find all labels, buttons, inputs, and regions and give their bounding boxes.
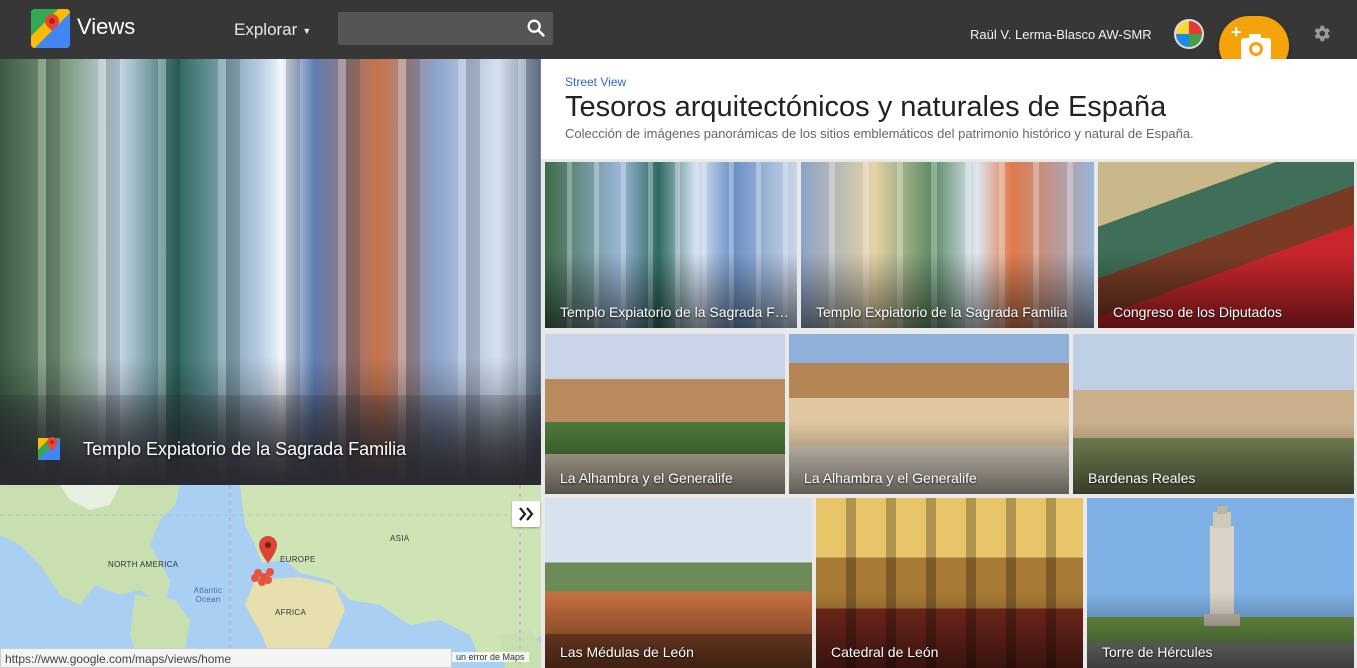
photo-tile[interactable]: Catedral de León: [816, 498, 1083, 668]
photo-tile[interactable]: Torre de Hércules: [1087, 498, 1354, 668]
photo-tile[interactable]: Congreso de los Diputados: [1098, 162, 1354, 328]
map-label-africa: AFRICA: [275, 608, 307, 617]
tile-caption: La Alhambra y el Generalife: [804, 470, 977, 486]
tile-caption: Congreso de los Diputados: [1113, 304, 1282, 320]
photo-tile[interactable]: La Alhambra y el Generalife: [545, 334, 785, 494]
search-icon[interactable]: [525, 17, 547, 39]
collection-subtitle: Colección de imágenes panorámicas de los…: [565, 126, 1194, 141]
tile-caption: Catedral de León: [831, 644, 939, 660]
map-label-asia: ASIA: [390, 534, 410, 543]
map-label-north-america: NORTH AMERICA: [108, 560, 179, 569]
street-view-link[interactable]: Street View: [565, 75, 626, 89]
maps-logo-icon[interactable]: [31, 9, 70, 48]
maps-pin-icon: [38, 437, 60, 460]
top-bar: Views Explorar ▼ Raül V. Lerma-Blasco AW-…: [0, 0, 1357, 76]
tile-caption: Las Médulas de León: [560, 644, 694, 660]
app-title[interactable]: Views: [77, 14, 135, 40]
tile-caption: Bardenas Reales: [1088, 470, 1196, 486]
world-map[interactable]: NORTH AMERICA EUROPE ASIA AFRICA Atlanti…: [0, 485, 541, 668]
collection-header: Street View Tesoros arquitectónicos y na…: [541, 59, 1357, 159]
explore-label: Explorar: [234, 20, 298, 39]
photo-tile[interactable]: Templo Expiatorio de la Sagrada Familia: [545, 162, 797, 328]
tile-caption: La Alhambra y el Generalife: [560, 470, 733, 486]
hero-caption[interactable]: Templo Expiatorio de la Sagrada Familia: [83, 439, 406, 460]
photo-tile[interactable]: Las Médulas de León: [545, 498, 812, 668]
tile-caption: Templo Expiatorio de la Sagrada Familia: [560, 304, 789, 320]
status-url: https://www.google.com/maps/views/home: [0, 648, 452, 668]
map-label-atlantic: Atlantic Ocean: [193, 586, 223, 604]
tile-caption: Templo Expiatorio de la Sagrada Familia: [816, 304, 1068, 320]
search-input[interactable]: [338, 12, 553, 45]
photo-tile[interactable]: Templo Expiatorio de la Sagrada Familia: [801, 162, 1094, 328]
expand-map-button[interactable]: [512, 501, 540, 527]
explore-menu[interactable]: Explorar ▼: [234, 20, 311, 40]
double-chevron-right-icon: [519, 507, 534, 521]
gear-icon[interactable]: [1311, 23, 1332, 44]
collection-title: Tesoros arquitectónicos y naturales de E…: [565, 91, 1167, 123]
user-name[interactable]: Raül V. Lerma-Blasco AW-SMR: [970, 27, 1152, 42]
report-map-error-link[interactable]: un error de Maps: [452, 652, 529, 662]
chevron-down-icon: ▼: [302, 25, 312, 36]
map-label-europe: EUROPE: [280, 555, 316, 564]
map-land: [0, 485, 541, 668]
svg-text:+: +: [1231, 22, 1242, 42]
tile-caption: Torre de Hércules: [1102, 644, 1213, 660]
avatar[interactable]: [1174, 19, 1204, 49]
photo-tile[interactable]: Bardenas Reales: [1073, 334, 1354, 494]
photo-tile[interactable]: La Alhambra y el Generalife: [789, 334, 1069, 494]
hero-panorama[interactable]: [0, 59, 541, 485]
